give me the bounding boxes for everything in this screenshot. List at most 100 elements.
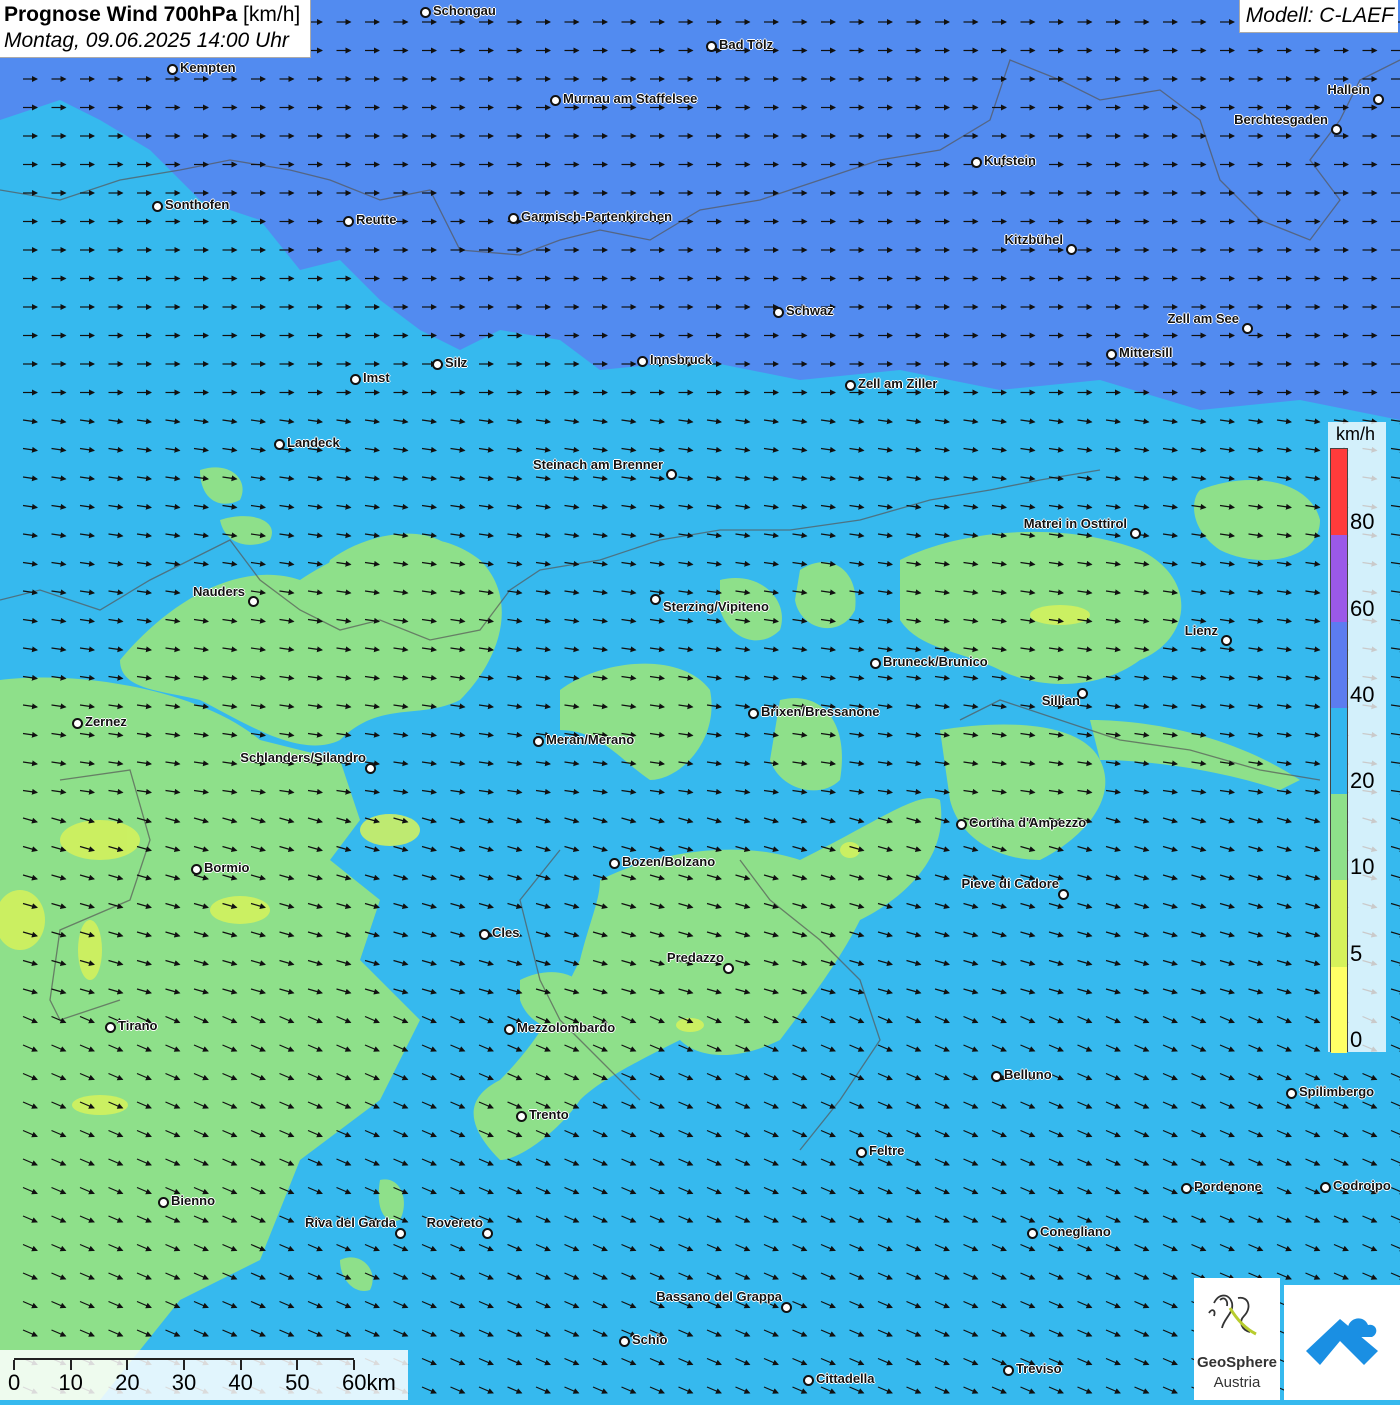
city-marker: [158, 1197, 169, 1208]
scale-bar: 0 10 20 30 40 50 60km: [0, 1350, 408, 1400]
city-label: Meran/Merano: [546, 732, 635, 747]
legend-unit: km/h: [1336, 424, 1376, 444]
city-marker: [350, 374, 361, 385]
city-marker: [516, 1111, 527, 1122]
city-marker: [1320, 1182, 1331, 1193]
city-marker: [803, 1375, 814, 1386]
legend-tick-label: 20: [1350, 768, 1375, 794]
city-label: Bassano del Grappa: [656, 1289, 782, 1304]
city-marker: [1106, 349, 1117, 360]
city-marker: [609, 858, 620, 869]
city-label: Nauders: [192, 584, 245, 599]
city-label: Zell am Ziller: [858, 376, 938, 391]
logo-name: GeoSphere: [1196, 1354, 1278, 1371]
legend-color-bar: [1330, 448, 1348, 1053]
legend-tick-label: 5: [1350, 940, 1363, 966]
city-marker: [1003, 1365, 1014, 1376]
city-label: Silz: [445, 355, 468, 370]
city-label: Berchtesgaden: [1234, 112, 1328, 127]
city-label: Belluno: [1004, 1067, 1052, 1082]
city-label: Schlanders/Silandro: [240, 750, 366, 765]
city-label: Matrei in Osttirol: [1023, 516, 1127, 531]
legend-tick-label: 80: [1350, 509, 1375, 535]
city-label: Schio: [632, 1332, 668, 1347]
color-legend: km/h 80 60 40 20 10 5 0: [1328, 422, 1386, 1053]
city-marker: [1221, 635, 1232, 646]
city-marker: [248, 596, 259, 607]
cloud-arrow-icon: [1306, 1318, 1378, 1365]
city-label: Bormio: [204, 860, 250, 875]
city-label: Mittersill: [1119, 345, 1173, 360]
city-label: Garmisch-Partenkirchen: [521, 209, 673, 224]
legend-segment: [1331, 966, 1347, 1053]
city-marker: [152, 201, 163, 212]
city-label: Reutte: [356, 212, 397, 227]
city-label: Sterzing/Vipiteno: [663, 599, 769, 614]
city-marker: [482, 1228, 493, 1239]
city-marker: [845, 380, 856, 391]
scale-tick: [239, 1360, 242, 1370]
city-label: Sonthofen: [165, 197, 230, 212]
legend-tick-label: 10: [1350, 854, 1375, 880]
city-label: Bozen/Bolzano: [622, 854, 716, 869]
city-marker: [870, 658, 881, 669]
city-marker: [395, 1228, 406, 1239]
city-label: Hallein: [1327, 82, 1370, 97]
city-label: Pordenone: [1194, 1179, 1262, 1194]
city-marker: [991, 1071, 1002, 1082]
city-marker: [479, 929, 490, 940]
scale-tick: [353, 1360, 355, 1370]
city-marker: [723, 963, 734, 974]
city-label: Sillian: [1041, 693, 1080, 708]
city-marker: [781, 1302, 792, 1313]
city-marker: [637, 356, 648, 367]
city-label: Conegliano: [1040, 1224, 1111, 1239]
city-marker: [105, 1022, 116, 1033]
city-label: Steinach am Brenner: [532, 457, 663, 472]
legend-segment: [1331, 449, 1347, 536]
city-marker: [1242, 323, 1253, 334]
city-label: Bruneck/Brunico: [883, 654, 988, 669]
city-label: Lienz: [1184, 623, 1218, 638]
city-marker: [650, 594, 661, 605]
scale-label: 20: [115, 1370, 140, 1395]
scale-tick: [13, 1360, 15, 1370]
city-label: Kempten: [180, 60, 236, 75]
city-marker: [533, 736, 544, 747]
scale-tick: [126, 1360, 129, 1370]
city-label: Predazzo: [666, 950, 724, 965]
city-label: Rovereto: [426, 1215, 483, 1230]
city-label: Cortina d'Ampezzo: [969, 815, 1087, 830]
city-label: Treviso: [1016, 1361, 1062, 1376]
city-label: Schongau: [433, 3, 496, 18]
scale-tick: [296, 1360, 299, 1370]
city-label: Zernez: [85, 714, 127, 729]
city-label: Kitzbühel: [1004, 232, 1064, 247]
city-label: Mezzolombardo: [517, 1020, 616, 1035]
city-label: Murnau am Staffelsee: [563, 91, 698, 106]
forecast-datetime: Montag, 09.06.2025 14:00 Uhr: [4, 29, 289, 52]
scale-label: 60km: [342, 1370, 396, 1395]
city-marker: [1331, 124, 1342, 135]
city-marker: [1066, 244, 1077, 255]
city-label: Landeck: [287, 435, 340, 450]
scale-tick: [183, 1360, 185, 1370]
city-label: Zell am See: [1167, 311, 1239, 326]
city-marker: [1286, 1088, 1297, 1099]
city-marker: [619, 1336, 630, 1347]
city-label: Kufstein: [984, 153, 1036, 168]
city-label: Imst: [363, 370, 390, 385]
city-marker: [365, 763, 376, 774]
legend-segment: [1331, 621, 1347, 708]
city-marker: [1373, 94, 1384, 105]
city-marker: [72, 718, 83, 729]
app-logo[interactable]: [1284, 1285, 1400, 1400]
geosphere-logo[interactable]: GeoSphere Austria: [1194, 1278, 1280, 1400]
city-marker: [1058, 889, 1069, 900]
city-marker: [432, 359, 443, 370]
city-label: Bad Tölz: [719, 37, 774, 52]
city-marker: [508, 213, 519, 224]
city-label: Feltre: [869, 1143, 905, 1158]
legend-segment: [1331, 880, 1347, 967]
city-marker: [956, 819, 967, 830]
